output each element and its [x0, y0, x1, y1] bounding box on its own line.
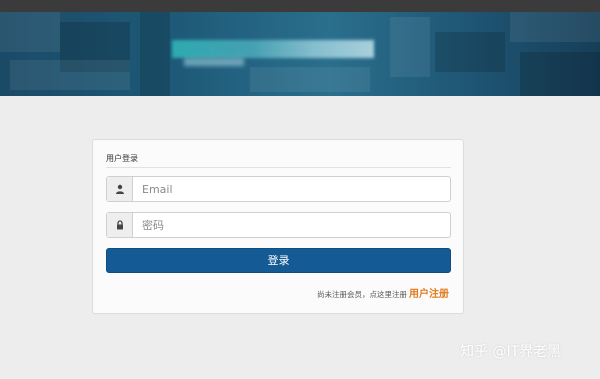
login-button[interactable]: 登录: [106, 248, 451, 273]
login-panel: 用户登录 登录 尚未注册会员，点这里注册用户注册: [92, 139, 464, 314]
login-panel-title: 用户登录: [106, 154, 138, 163]
header-banner: [0, 12, 600, 96]
user-icon: [107, 177, 133, 201]
email-field-group: [106, 176, 451, 202]
register-prompt-text: 尚未注册会员，点这里注册: [317, 290, 407, 299]
register-link[interactable]: 用户注册: [409, 289, 449, 300]
password-input[interactable]: [133, 213, 450, 237]
title-divider: [106, 167, 451, 168]
email-input[interactable]: [133, 177, 450, 201]
site-logo-blurred: [172, 40, 374, 58]
register-prompt-row: 尚未注册会员，点这里注册 用户注册: [317, 285, 449, 300]
lock-icon: [107, 213, 133, 237]
zhihu-watermark: 知乎 @IT界老黑: [460, 344, 562, 360]
password-field-group: [106, 212, 451, 238]
browser-top-bar: [0, 0, 600, 12]
